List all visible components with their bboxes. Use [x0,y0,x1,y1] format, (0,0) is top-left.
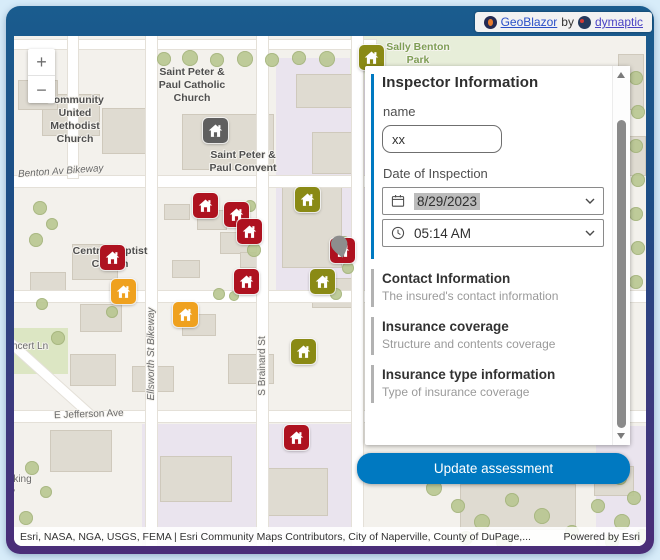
house-marker-red[interactable] [193,193,218,218]
house-icon [238,273,255,290]
geoblazor-icon [484,16,497,29]
map-label: rking y [14,474,32,499]
zoom-in-button[interactable]: + [28,49,55,76]
house-marker-olive[interactable] [295,187,320,212]
house-marker-olive[interactable] [310,269,335,294]
update-assessment-button[interactable]: Update assessment [357,453,630,484]
house-marker-gray[interactable] [203,118,228,143]
app-frame: GeoBlazor by dymaptic Saint Peter & Paul… [6,6,654,554]
house-icon [241,223,258,240]
zoom-out-button[interactable]: − [28,76,55,103]
house-marker-red[interactable] [100,245,125,270]
inspector-info-group: Inspector Information name xx Date of In… [371,74,603,259]
house-icon [104,249,121,266]
group-subtitle: The insured's contact information [382,289,599,303]
calendar-icon [390,193,406,209]
name-value: xx [392,132,405,147]
brand-by-text: by [561,15,574,29]
house-icon [299,191,316,208]
name-input[interactable]: xx [382,125,502,153]
map-label: Saint Peter & Paul Catholic Church [159,66,226,105]
attribution-bar: Esri, NASA, NGA, USGS, FEMA | Esri Commu… [14,527,646,546]
contact-info-group: Contact Information The insured's contac… [371,269,603,307]
group-subtitle: Type of insurance coverage [382,385,599,399]
chevron-down-icon [584,197,596,205]
insurance-coverage-group: Insurance coverage Structure and content… [371,317,603,355]
house-marker-red[interactable] [237,219,262,244]
brand-badge: GeoBlazor by dymaptic [475,12,652,32]
name-label: name [383,104,599,119]
house-marker-orange[interactable] [173,302,198,327]
clock-icon [390,225,406,241]
date-input[interactable]: 8/29/2023 [382,187,604,215]
dymaptic-link[interactable]: dymaptic [595,15,643,29]
geoblazor-link[interactable]: GeoBlazor [501,15,558,29]
house-icon [115,283,132,300]
time-value: 05:14 AM [414,226,471,241]
house-icon [314,273,331,290]
selected-house-marker[interactable] [330,238,355,263]
house-marker-red[interactable] [284,425,309,450]
chevron-down-icon [584,229,596,237]
house-marker-red[interactable] [234,269,259,294]
group-subtitle: Structure and contents coverage [382,337,599,351]
zoom-control: + − [28,49,55,103]
group-title: Contact Information [382,271,599,286]
top-bar: GeoBlazor by dymaptic [6,6,654,36]
panel-title: Inspector Information [382,74,599,91]
attribution-sources: Esri, NASA, NGA, USGS, FEMA | Esri Commu… [20,531,552,543]
house-marker-orange[interactable] [111,279,136,304]
date-label: Date of Inspection [383,166,599,181]
house-icon [295,343,312,360]
time-input[interactable]: 05:14 AM [382,219,604,247]
scrollbar-thumb[interactable] [617,120,626,428]
scroll-up-icon[interactable] [617,72,625,78]
powered-by-esri: Powered by Esri [564,531,640,543]
house-icon [363,49,380,66]
date-value: 8/29/2023 [414,193,480,210]
house-marker-olive[interactable] [291,339,316,364]
dymaptic-icon [578,16,591,29]
editor-panel: Inspector Information name xx Date of In… [365,66,630,445]
map-canvas[interactable]: Saint Peter & Paul Catholic ChurchSaint … [14,36,646,546]
panel-scrollbar[interactable] [612,66,630,445]
scroll-down-icon[interactable] [617,433,625,439]
house-icon [288,429,305,446]
editor-form: Inspector Information name xx Date of In… [365,66,613,445]
insurance-type-group: Insurance type information Type of insur… [371,365,603,403]
house-icon [197,197,214,214]
group-title: Insurance coverage [382,319,599,334]
house-icon [177,306,194,323]
group-title: Insurance type information [382,367,599,382]
house-icon [207,122,224,139]
